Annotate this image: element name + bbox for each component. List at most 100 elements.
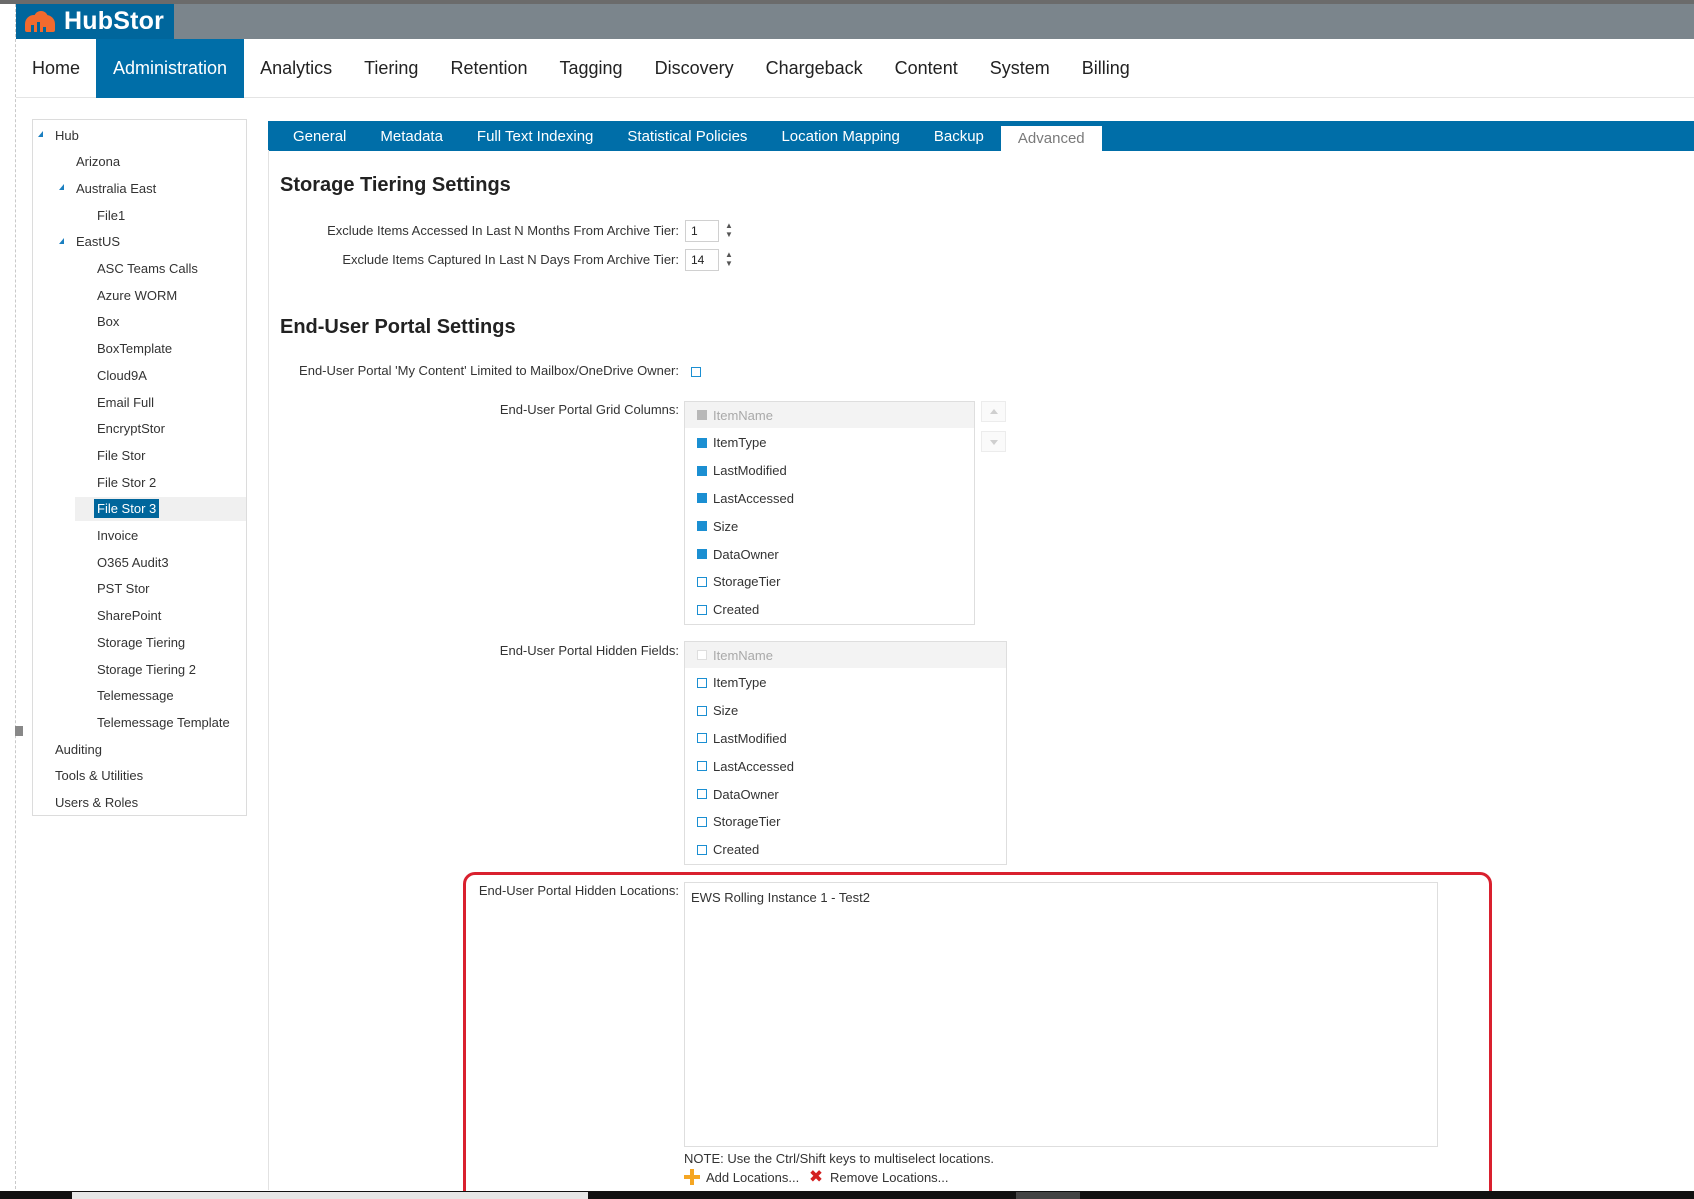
checkbox[interactable] [697, 576, 707, 587]
list-item[interactable]: DataOwner [685, 781, 1006, 807]
list-item[interactable]: ItemType [685, 670, 1006, 696]
tree-item[interactable]: File Stor 2 [33, 470, 246, 494]
arrow-down-icon [990, 440, 998, 445]
tree-item[interactable]: PST Stor [33, 577, 246, 601]
nav-content[interactable]: Content [879, 39, 974, 98]
nav-administration[interactable]: Administration [96, 39, 245, 98]
list-item[interactable]: ItemType [685, 430, 974, 456]
expand-triangle-icon[interactable] [38, 131, 43, 137]
left-gutter [0, 4, 16, 1199]
checkbox[interactable] [697, 604, 707, 615]
tree-item[interactable]: File Stor 3 [75, 496, 246, 521]
months-spinner[interactable]: ▲ ▼ [725, 221, 733, 241]
expand-triangle-icon[interactable] [59, 237, 64, 244]
tree-item[interactable]: ASC Teams Calls [33, 257, 246, 281]
tree-item-label: Storage Tiering [97, 634, 186, 650]
list-item[interactable]: Created [685, 837, 1006, 863]
location-item[interactable]: EWS Rolling Instance 1 - Test2 [691, 890, 870, 905]
move-up-button[interactable] [981, 401, 1006, 422]
list-item[interactable]: DataOwner [685, 541, 974, 567]
list-item[interactable]: StorageTier [685, 809, 1006, 835]
tree-item-label: File Stor 2 [97, 474, 157, 490]
list-item[interactable]: Size [685, 513, 974, 539]
list-item[interactable]: LastAccessed [685, 753, 1006, 779]
move-down-button[interactable] [981, 431, 1006, 452]
tree-item[interactable]: Auditing [33, 737, 246, 761]
checkbox[interactable] [697, 733, 707, 744]
tree-item[interactable]: EncryptStor [33, 417, 246, 441]
nav-discovery[interactable]: Discovery [639, 39, 750, 98]
tree-item[interactable]: Invoice [33, 524, 246, 548]
tree-item[interactable]: Telemessage Template [33, 710, 246, 734]
list-item[interactable]: StorageTier [685, 569, 974, 595]
nav-system[interactable]: System [974, 39, 1066, 98]
checkbox[interactable] [697, 705, 707, 716]
nav-tiering[interactable]: Tiering [348, 39, 434, 98]
add-locations-button[interactable]: Add Locations... [684, 1167, 799, 1187]
list-item[interactable]: LastModified [685, 725, 1006, 751]
nav-home[interactable]: Home [16, 39, 96, 98]
checkbox[interactable] [697, 789, 707, 799]
hidden-fields-list[interactable]: ItemName ItemType Size LastModified LastAcce… [684, 641, 1007, 865]
portal-settings-title: End-User Portal Settings [280, 316, 516, 338]
tab-location-mapping[interactable]: Location Mapping [764, 121, 916, 151]
app-logo[interactable]: HubStor [16, 4, 174, 39]
nav-tagging[interactable]: Tagging [544, 39, 639, 98]
tree-item[interactable]: Tools & Utilities [33, 764, 246, 788]
tree-item[interactable]: SharePoint [33, 604, 246, 628]
tree-item-label: Hub [55, 127, 79, 143]
list-item[interactable]: LastModified [685, 458, 974, 484]
header-bar [16, 4, 1694, 39]
checkbox[interactable] [697, 844, 707, 855]
tree-item[interactable]: O365 Audit3 [33, 550, 246, 574]
grid-columns-list[interactable]: ItemName ItemType LastModified LastAccessed… [684, 401, 975, 625]
tab-backup[interactable]: Backup [917, 121, 1001, 151]
hidden-locations-list[interactable]: EWS Rolling Instance 1 - Test2 [684, 882, 1438, 1147]
checkbox[interactable] [697, 677, 707, 688]
my-content-checkbox[interactable] [691, 367, 701, 377]
splitter-grip[interactable] [15, 726, 23, 736]
tree-item[interactable]: Telemessage [33, 684, 246, 708]
list-item-label: ItemName [713, 647, 773, 663]
tree-item[interactable]: Box [33, 310, 246, 334]
tab-full-text-indexing[interactable]: Full Text Indexing [460, 121, 610, 151]
tree-item[interactable]: Storage Tiering 2 [33, 657, 246, 681]
tree-item[interactable]: Cloud9A [33, 363, 246, 387]
months-input[interactable]: 1 [685, 220, 719, 242]
tree-item[interactable]: EastUS [33, 230, 246, 254]
tree-item[interactable]: File1 [33, 203, 246, 227]
tree-item[interactable]: BoxTemplate [33, 337, 246, 361]
nav-chargeback[interactable]: Chargeback [750, 39, 879, 98]
checkbox[interactable] [697, 761, 707, 772]
checkbox[interactable] [697, 493, 707, 504]
days-input[interactable]: 14 [685, 249, 719, 271]
checkbox[interactable] [697, 437, 707, 448]
tree-item[interactable]: Arizona [33, 150, 246, 174]
tree-item[interactable]: Australia East [33, 176, 246, 200]
tree-item[interactable]: Storage Tiering [33, 630, 246, 654]
tree-item[interactable]: Azure WORM [33, 283, 246, 307]
checkbox[interactable] [697, 549, 707, 559]
scrollbar-thumb[interactable] [1016, 1192, 1080, 1199]
remove-locations-button[interactable]: ✖ Remove Locations... [808, 1167, 949, 1187]
list-item[interactable]: LastAccessed [685, 485, 974, 511]
days-spinner[interactable]: ▲ ▼ [725, 250, 733, 270]
tree-item[interactable]: Email Full [33, 390, 246, 414]
horizontal-scrollbar[interactable] [72, 1192, 588, 1199]
tree-item[interactable]: Users & Roles [33, 791, 246, 815]
expand-triangle-icon[interactable] [59, 184, 64, 191]
tab-statistical-policies[interactable]: Statistical Policies [610, 121, 764, 151]
nav-billing[interactable]: Billing [1066, 39, 1146, 98]
list-item[interactable]: Size [685, 698, 1006, 724]
tree-item[interactable]: File Stor [33, 443, 246, 467]
checkbox[interactable] [697, 521, 707, 532]
tab-metadata[interactable]: Metadata [363, 121, 460, 151]
nav-analytics[interactable]: Analytics [244, 39, 348, 98]
tab-advanced[interactable]: Advanced [1000, 126, 1102, 151]
list-item[interactable]: Created [685, 597, 974, 623]
checkbox[interactable] [697, 816, 707, 827]
tab-general[interactable]: General [276, 121, 363, 151]
checkbox[interactable] [697, 465, 707, 476]
tree-item[interactable]: Hub [33, 123, 246, 147]
nav-retention[interactable]: Retention [434, 39, 543, 98]
